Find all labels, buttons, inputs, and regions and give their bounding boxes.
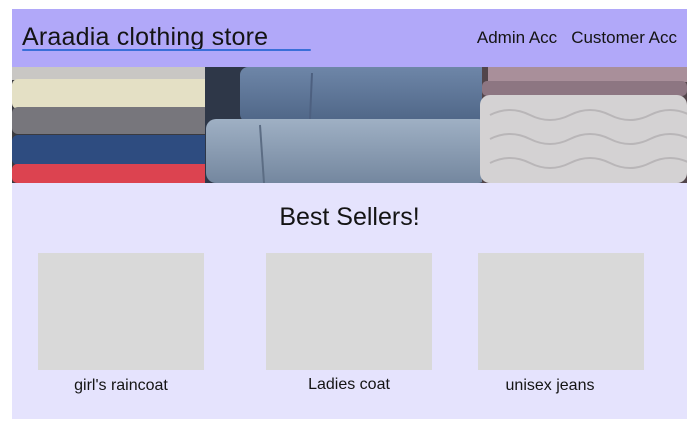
admin-account-link[interactable]: Admin Acc xyxy=(477,28,557,48)
product-image-placeholder[interactable] xyxy=(266,253,432,370)
product-image-placeholder[interactable] xyxy=(38,253,204,370)
product-label[interactable]: Ladies coat xyxy=(254,376,444,394)
hero-banner-image xyxy=(12,67,687,183)
store-logo-link[interactable]: Araadia clothing store xyxy=(22,23,268,52)
product-image-placeholder[interactable] xyxy=(478,253,644,370)
account-nav: Admin Acc Customer Acc xyxy=(477,28,677,48)
best-sellers-heading: Best Sellers! xyxy=(279,203,420,231)
page-frame: Araadia clothing store Admin Acc Custome… xyxy=(12,9,687,419)
customer-account-link[interactable]: Customer Acc xyxy=(571,28,677,48)
product-label[interactable]: girl's raincoat xyxy=(26,377,216,395)
product-label[interactable]: unisex jeans xyxy=(455,377,645,395)
logo-link-underline xyxy=(22,49,311,51)
site-header: Araadia clothing store Admin Acc Custome… xyxy=(12,9,687,67)
